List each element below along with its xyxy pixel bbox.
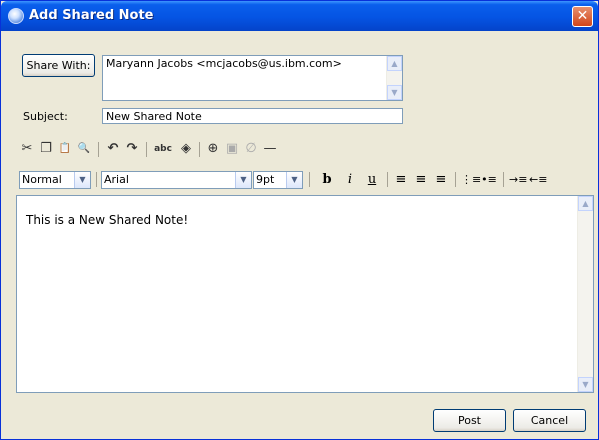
toolbar-separator	[146, 142, 147, 157]
edit-toolbar: ✂ ❐ 📋 🔍 ↶ ↷ abc ◈ ⊕ ▣ ∅ —	[19, 141, 339, 159]
chevron-down-icon[interactable]: ▼	[235, 172, 251, 188]
underline-button[interactable]: u	[364, 171, 380, 189]
insert-image-icon[interactable]: ▣	[224, 141, 240, 157]
add-shared-note-dialog: Add Shared Note ✕ Share With: Maryann Ja…	[0, 0, 599, 440]
chevron-down-icon[interactable]: ▼	[74, 172, 90, 188]
italic-button[interactable]: i	[342, 171, 358, 189]
paragraph-style-select[interactable]: Normal ▼	[19, 171, 91, 189]
recipients-field[interactable]: Maryann Jacobs <mcjacobs@us.ibm.com> ▲ ▼	[102, 55, 403, 101]
undo-icon[interactable]: ↶	[105, 141, 121, 157]
bulleted-list-icon[interactable]: •≡	[481, 171, 497, 189]
toolbar-separator	[96, 172, 97, 187]
toolbar-separator	[455, 172, 456, 187]
align-center-icon[interactable]: ≡	[413, 171, 429, 189]
subject-input[interactable]: New Shared Note	[102, 108, 403, 124]
font-size-select[interactable]: 9pt ▼	[253, 171, 303, 189]
cut-icon[interactable]: ✂	[19, 141, 35, 157]
fill-color-icon[interactable]: ◈	[178, 141, 194, 157]
scroll-down-arrow-icon[interactable]: ▼	[578, 377, 593, 392]
app-icon	[8, 8, 24, 24]
title-bar[interactable]: Add Shared Note ✕	[1, 1, 598, 31]
window-title: Add Shared Note	[29, 8, 154, 23]
scroll-down-arrow-icon[interactable]: ▼	[387, 85, 402, 100]
indent-icon[interactable]: →≡	[509, 171, 527, 189]
toolbar-separator	[199, 142, 200, 157]
toolbar-separator	[98, 142, 99, 157]
bold-button[interactable]: b	[319, 171, 335, 189]
scroll-up-arrow-icon[interactable]: ▲	[578, 196, 593, 211]
recipients-value: Maryann Jacobs <mcjacobs@us.ibm.com>	[106, 57, 342, 70]
paste-icon[interactable]: 📋	[57, 141, 73, 157]
horizontal-rule-icon[interactable]: —	[262, 141, 278, 157]
align-right-icon[interactable]: ≡	[433, 171, 449, 189]
font-family-value: Arial	[104, 173, 129, 186]
note-body-text: This is a New Shared Note!	[26, 213, 189, 227]
font-size-value: 9pt	[256, 173, 275, 186]
attach-icon[interactable]: ∅	[243, 141, 259, 157]
post-button[interactable]: Post	[433, 409, 506, 432]
paragraph-style-value: Normal	[22, 173, 62, 186]
outdent-icon[interactable]: ←≡	[529, 171, 547, 189]
chevron-down-icon[interactable]: ▼	[286, 172, 302, 188]
font-family-select[interactable]: Arial ▼	[101, 171, 252, 189]
recipients-scrollbar[interactable]: ▲ ▼	[386, 56, 402, 100]
find-icon[interactable]: 🔍	[76, 141, 92, 157]
note-editor[interactable]: This is a New Shared Note! ▲ ▼	[16, 195, 594, 393]
toolbar-separator	[309, 172, 310, 187]
editor-scrollbar[interactable]: ▲ ▼	[577, 196, 593, 392]
spellcheck-icon[interactable]: abc	[152, 141, 174, 157]
numbered-list-icon[interactable]: ⋮≡	[461, 171, 481, 189]
cancel-button[interactable]: Cancel	[513, 409, 586, 432]
share-with-button[interactable]: Share With:	[22, 54, 95, 77]
redo-icon[interactable]: ↷	[124, 141, 140, 157]
format-toolbar: Normal ▼ Arial ▼ 9pt ▼ b i u ≡ ≡ ≡ ⋮≡ •≡…	[19, 171, 579, 191]
toolbar-separator	[387, 172, 388, 187]
align-left-icon[interactable]: ≡	[393, 171, 409, 189]
toolbar-separator	[503, 172, 504, 187]
subject-label: Subject:	[23, 110, 68, 123]
insert-link-icon[interactable]: ⊕	[205, 141, 221, 157]
copy-icon[interactable]: ❐	[38, 141, 54, 157]
close-button[interactable]: ✕	[572, 6, 593, 27]
scroll-up-arrow-icon[interactable]: ▲	[387, 56, 402, 71]
